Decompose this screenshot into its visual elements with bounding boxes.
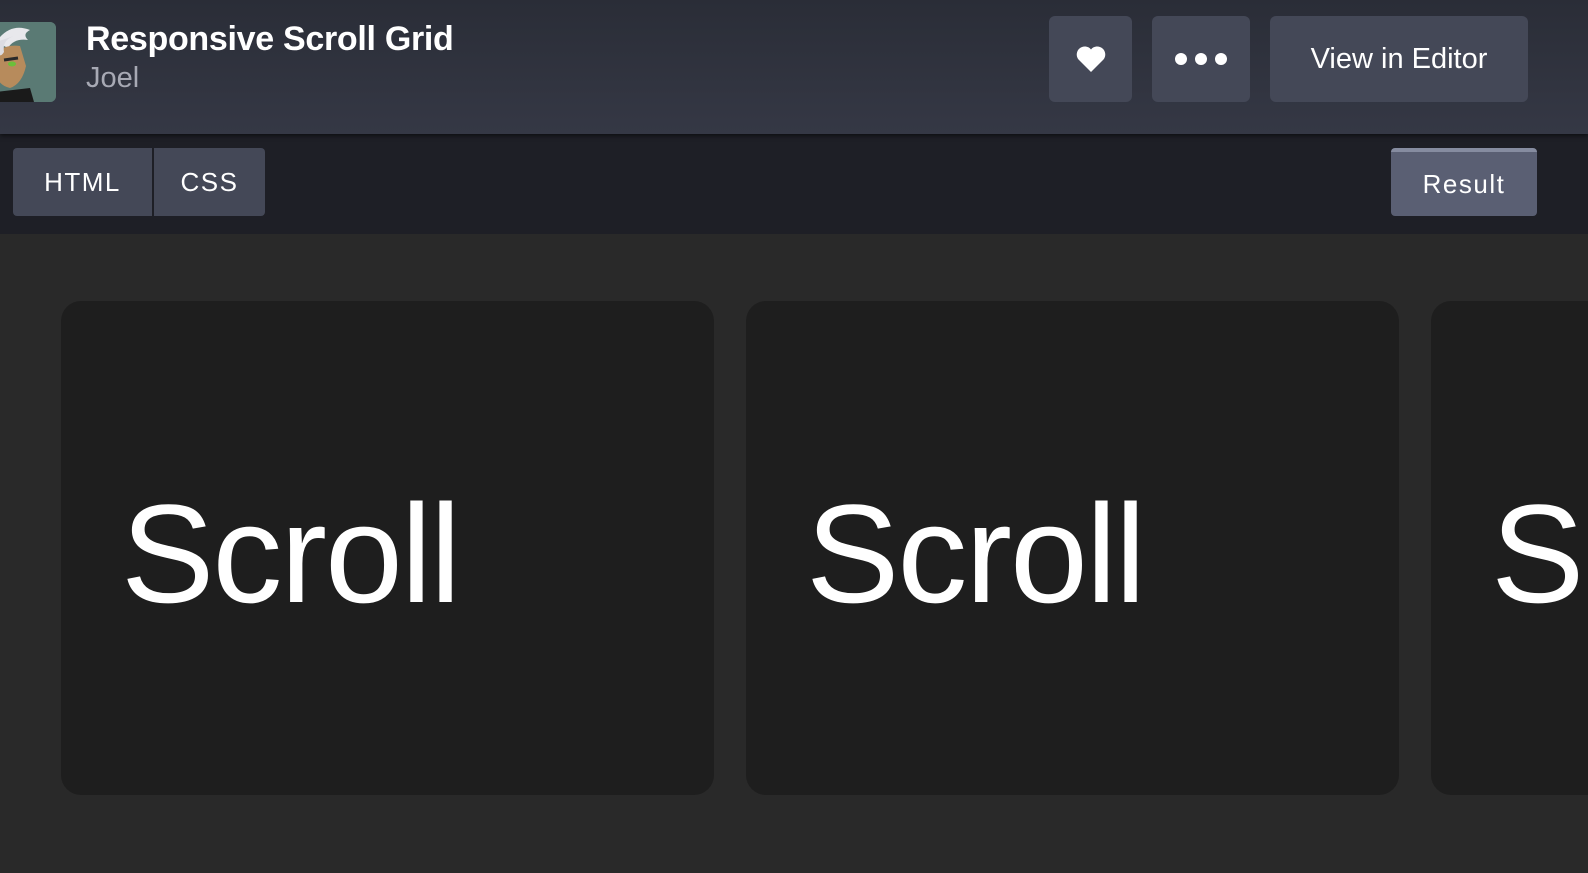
- pen-header: Responsive Scroll Grid Joel View in Edit…: [0, 0, 1588, 134]
- scroll-card: Scroll: [61, 301, 714, 795]
- scroll-card: Scroll: [746, 301, 1399, 795]
- pen-author[interactable]: Joel: [86, 62, 139, 95]
- more-dots-icon: [1175, 53, 1227, 65]
- tab-result[interactable]: Result: [1391, 148, 1537, 216]
- card-text: Scroll: [121, 475, 461, 632]
- heart-icon: [1076, 46, 1105, 72]
- more-button[interactable]: [1152, 16, 1250, 102]
- like-button[interactable]: [1049, 16, 1132, 102]
- tab-bar: HTML CSS Result: [0, 134, 1588, 234]
- cartoon-avatar-icon: [0, 22, 56, 102]
- view-in-editor-button[interactable]: View in Editor: [1270, 16, 1528, 102]
- tab-css[interactable]: CSS: [154, 148, 265, 216]
- card-text: Scroll: [806, 475, 1146, 632]
- pen-title[interactable]: Responsive Scroll Grid: [86, 20, 454, 59]
- result-pane[interactable]: Scroll Scroll Scroll: [0, 234, 1588, 873]
- author-avatar[interactable]: [0, 22, 56, 102]
- scroll-card: Scroll: [1431, 301, 1588, 795]
- tab-html[interactable]: HTML: [13, 148, 152, 216]
- card-text: Scroll: [1491, 475, 1588, 632]
- scroll-grid[interactable]: Scroll Scroll Scroll: [61, 301, 1588, 795]
